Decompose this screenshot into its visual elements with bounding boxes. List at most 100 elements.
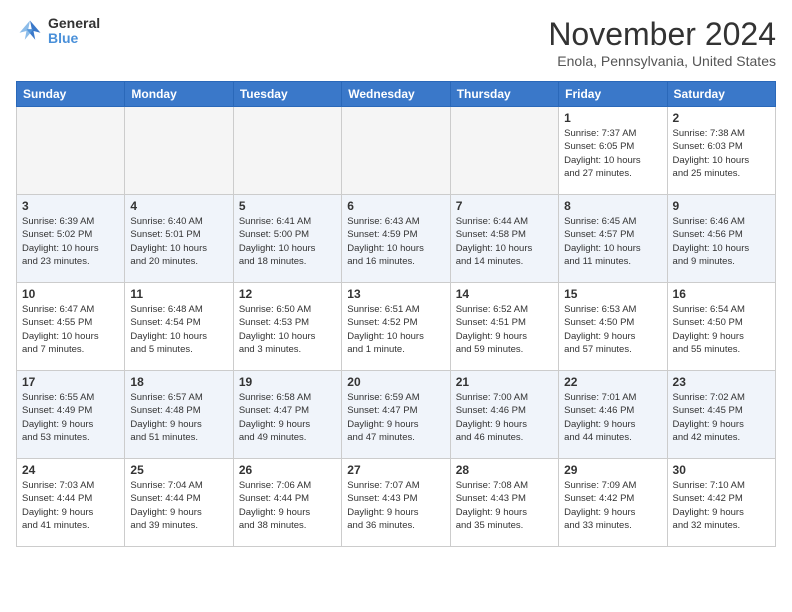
calendar-cell: 20Sunrise: 6:59 AM Sunset: 4:47 PM Dayli… (342, 371, 450, 459)
day-number: 27 (347, 463, 444, 477)
weekday-header: Monday (125, 82, 233, 107)
day-info: Sunrise: 6:46 AM Sunset: 4:56 PM Dayligh… (673, 215, 770, 268)
logo: General Blue (16, 16, 100, 47)
calendar-cell: 21Sunrise: 7:00 AM Sunset: 4:46 PM Dayli… (450, 371, 558, 459)
day-info: Sunrise: 6:53 AM Sunset: 4:50 PM Dayligh… (564, 303, 661, 356)
calendar-cell: 2 Sunrise: 7:38 AM Sunset: 6:03 PM Daylig… (667, 107, 775, 195)
day-number: 19 (239, 375, 336, 389)
calendar-cell: 25 Sunrise: 7:04 AM Sunset: 4:44 PM Dayli… (125, 459, 233, 547)
day-info: Sunrise: 7:07 AM Sunset: 4:43 PM Dayligh… (347, 479, 444, 532)
calendar-cell: 14 Sunrise: 6:52 AM Sunset: 4:51 PM Dayli… (450, 283, 558, 371)
calendar-cell (450, 107, 558, 195)
title-block: November 2024 Enola, Pennsylvania, Unite… (548, 16, 776, 69)
month-title: November 2024 (548, 16, 776, 53)
calendar-cell: 17Sunrise: 6:55 AM Sunset: 4:49 PM Dayli… (17, 371, 125, 459)
day-number: 5 (239, 199, 336, 213)
calendar-cell: 13Sunrise: 6:51 AM Sunset: 4:52 PM Dayli… (342, 283, 450, 371)
calendar-cell: 10 Sunrise: 6:47 AM Sunset: 4:55 PM Dayli… (17, 283, 125, 371)
calendar-cell (125, 107, 233, 195)
day-info: Sunrise: 7:08 AM Sunset: 4:43 PM Dayligh… (456, 479, 553, 532)
calendar-cell: 27 Sunrise: 7:07 AM Sunset: 4:43 PM Dayli… (342, 459, 450, 547)
day-number: 7 (456, 199, 553, 213)
day-info: Sunrise: 7:09 AM Sunset: 4:42 PM Dayligh… (564, 479, 661, 532)
day-number: 1 (564, 111, 661, 125)
calendar-week-row: 1Sunrise: 7:37 AM Sunset: 6:05 PM Daylig… (17, 107, 776, 195)
day-info: Sunrise: 6:41 AM Sunset: 5:00 PM Dayligh… (239, 215, 336, 268)
day-number: 24 (22, 463, 119, 477)
day-number: 8 (564, 199, 661, 213)
calendar-cell: 18Sunrise: 6:57 AM Sunset: 4:48 PM Dayli… (125, 371, 233, 459)
calendar-cell: 26Sunrise: 7:06 AM Sunset: 4:44 PM Dayli… (233, 459, 341, 547)
day-number: 11 (130, 287, 227, 301)
day-number: 22 (564, 375, 661, 389)
calendar-week-row: 24Sunrise: 7:03 AM Sunset: 4:44 PM Dayli… (17, 459, 776, 547)
day-number: 21 (456, 375, 553, 389)
day-number: 20 (347, 375, 444, 389)
day-info: Sunrise: 6:48 AM Sunset: 4:54 PM Dayligh… (130, 303, 227, 356)
day-info: Sunrise: 6:55 AM Sunset: 4:49 PM Dayligh… (22, 391, 119, 444)
calendar-week-row: 17Sunrise: 6:55 AM Sunset: 4:49 PM Dayli… (17, 371, 776, 459)
calendar-cell: 8 Sunrise: 6:45 AM Sunset: 4:57 PM Daylig… (559, 195, 667, 283)
calendar-cell (17, 107, 125, 195)
calendar-cell: 4 Sunrise: 6:40 AM Sunset: 5:01 PM Daylig… (125, 195, 233, 283)
day-number: 2 (673, 111, 770, 125)
weekday-header: Thursday (450, 82, 558, 107)
weekday-header: Sunday (17, 82, 125, 107)
calendar-week-row: 10 Sunrise: 6:47 AM Sunset: 4:55 PM Dayli… (17, 283, 776, 371)
weekday-header: Saturday (667, 82, 775, 107)
logo-line2: Blue (48, 31, 100, 46)
calendar-cell: 11 Sunrise: 6:48 AM Sunset: 4:54 PM Dayli… (125, 283, 233, 371)
day-info: Sunrise: 6:52 AM Sunset: 4:51 PM Dayligh… (456, 303, 553, 356)
day-number: 28 (456, 463, 553, 477)
day-info: Sunrise: 6:44 AM Sunset: 4:58 PM Dayligh… (456, 215, 553, 268)
day-number: 3 (22, 199, 119, 213)
calendar-cell: 7 Sunrise: 6:44 AM Sunset: 4:58 PM Daylig… (450, 195, 558, 283)
calendar-cell (342, 107, 450, 195)
day-number: 15 (564, 287, 661, 301)
day-number: 6 (347, 199, 444, 213)
day-info: Sunrise: 6:43 AM Sunset: 4:59 PM Dayligh… (347, 215, 444, 268)
calendar-cell (233, 107, 341, 195)
calendar-cell: 30 Sunrise: 7:10 AM Sunset: 4:42 PM Dayli… (667, 459, 775, 547)
calendar-cell: 19 Sunrise: 6:58 AM Sunset: 4:47 PM Dayli… (233, 371, 341, 459)
calendar-cell: 16Sunrise: 6:54 AM Sunset: 4:50 PM Dayli… (667, 283, 775, 371)
calendar-cell: 6 Sunrise: 6:43 AM Sunset: 4:59 PM Daylig… (342, 195, 450, 283)
day-info: Sunrise: 6:50 AM Sunset: 4:53 PM Dayligh… (239, 303, 336, 356)
calendar-cell: 24Sunrise: 7:03 AM Sunset: 4:44 PM Dayli… (17, 459, 125, 547)
day-number: 4 (130, 199, 227, 213)
day-info: Sunrise: 6:51 AM Sunset: 4:52 PM Dayligh… (347, 303, 444, 356)
logo-icon (16, 17, 44, 45)
calendar-cell: 5 Sunrise: 6:41 AM Sunset: 5:00 PM Daylig… (233, 195, 341, 283)
day-number: 23 (673, 375, 770, 389)
day-number: 14 (456, 287, 553, 301)
day-number: 25 (130, 463, 227, 477)
calendar-cell: 28 Sunrise: 7:08 AM Sunset: 4:43 PM Dayli… (450, 459, 558, 547)
calendar-cell: 23 Sunrise: 7:02 AM Sunset: 4:45 PM Dayli… (667, 371, 775, 459)
day-info: Sunrise: 7:10 AM Sunset: 4:42 PM Dayligh… (673, 479, 770, 532)
calendar-cell: 9 Sunrise: 6:46 AM Sunset: 4:56 PM Daylig… (667, 195, 775, 283)
day-number: 30 (673, 463, 770, 477)
calendar-cell: 29 Sunrise: 7:09 AM Sunset: 4:42 PM Dayli… (559, 459, 667, 547)
day-number: 16 (673, 287, 770, 301)
day-number: 9 (673, 199, 770, 213)
day-number: 10 (22, 287, 119, 301)
day-info: Sunrise: 6:40 AM Sunset: 5:01 PM Dayligh… (130, 215, 227, 268)
day-info: Sunrise: 7:38 AM Sunset: 6:03 PM Dayligh… (673, 127, 770, 180)
logo-text: General Blue (48, 16, 100, 47)
day-info: Sunrise: 6:57 AM Sunset: 4:48 PM Dayligh… (130, 391, 227, 444)
weekday-header: Friday (559, 82, 667, 107)
page-header: General Blue November 2024 Enola, Pennsy… (16, 16, 776, 69)
calendar-header-row: SundayMondayTuesdayWednesdayThursdayFrid… (17, 82, 776, 107)
day-info: Sunrise: 7:06 AM Sunset: 4:44 PM Dayligh… (239, 479, 336, 532)
day-info: Sunrise: 7:01 AM Sunset: 4:46 PM Dayligh… (564, 391, 661, 444)
logo-line1: General (48, 16, 100, 31)
day-info: Sunrise: 6:45 AM Sunset: 4:57 PM Dayligh… (564, 215, 661, 268)
day-info: Sunrise: 7:02 AM Sunset: 4:45 PM Dayligh… (673, 391, 770, 444)
day-info: Sunrise: 6:58 AM Sunset: 4:47 PM Dayligh… (239, 391, 336, 444)
day-number: 29 (564, 463, 661, 477)
calendar-cell: 3Sunrise: 6:39 AM Sunset: 5:02 PM Daylig… (17, 195, 125, 283)
calendar-cell: 1Sunrise: 7:37 AM Sunset: 6:05 PM Daylig… (559, 107, 667, 195)
day-info: Sunrise: 6:47 AM Sunset: 4:55 PM Dayligh… (22, 303, 119, 356)
location: Enola, Pennsylvania, United States (548, 53, 776, 69)
day-info: Sunrise: 7:04 AM Sunset: 4:44 PM Dayligh… (130, 479, 227, 532)
